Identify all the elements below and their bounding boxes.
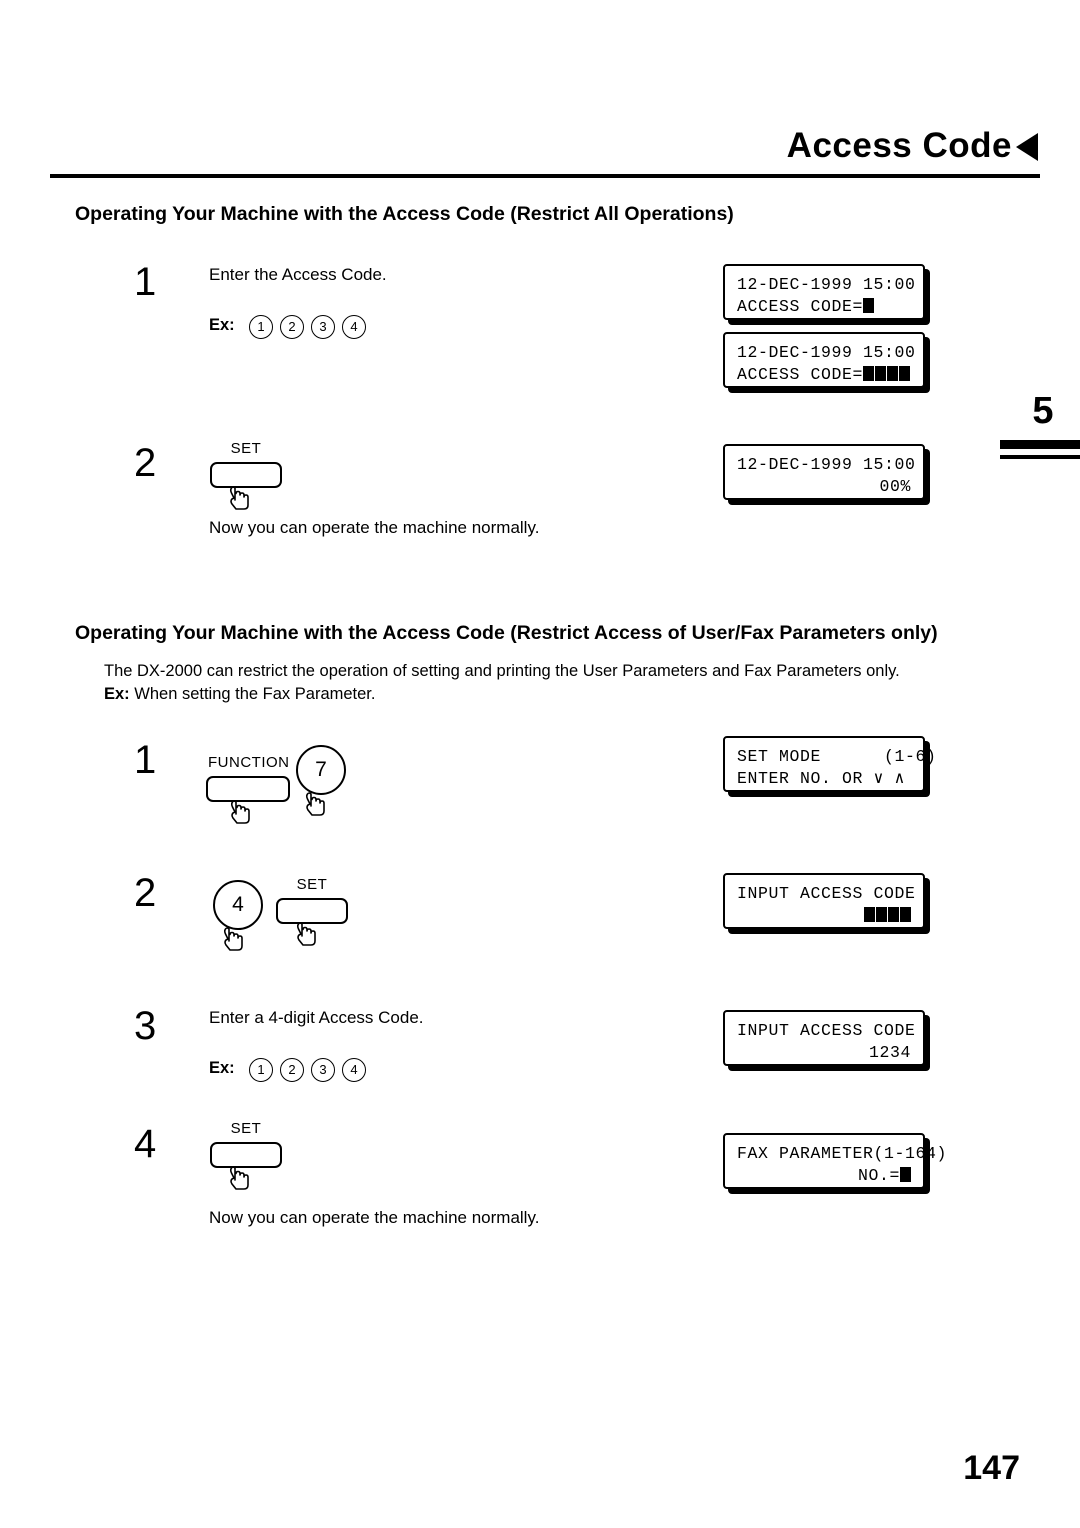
keypad-key-1[interactable]: 1	[249, 1058, 273, 1082]
page-title: Access Code	[786, 126, 1012, 165]
cursor-block-icon	[900, 1167, 911, 1182]
lcd-line-2: 1234	[868, 1043, 911, 1062]
lcd-line-2: 00%	[879, 477, 911, 496]
section1-step1-keys: 1234	[249, 315, 373, 339]
section2-step4-after-text: Now you can operate the machine normally…	[209, 1208, 540, 1227]
section1-step2-number: 2	[134, 441, 157, 485]
keypad-key-2[interactable]: 2	[280, 1058, 304, 1082]
section2-step2-number: 2	[134, 871, 157, 915]
keypad-key-2[interactable]: 2	[280, 315, 304, 339]
lcd-line-2	[737, 905, 911, 927]
set-key-label: SET	[230, 440, 262, 457]
lcd-line-1: 12-DEC-1999 15:00	[737, 343, 916, 362]
lcd-line-2-text: ACCESS CODE=	[737, 297, 864, 316]
section2-paragraph-2-bold: Ex:	[104, 685, 130, 703]
chapter-tab: 5	[1000, 392, 1080, 459]
section2-step3-keys: 1234	[249, 1058, 373, 1082]
keypad-key-4[interactable]: 4	[342, 315, 366, 339]
masked-digit-icon	[875, 366, 887, 381]
page-number: 147	[963, 1449, 1020, 1487]
lcd-line-1: 12-DEC-1999 15:00	[737, 455, 916, 474]
hand-pointer-icon	[305, 792, 325, 816]
hand-pointer-icon	[229, 486, 249, 510]
keypad-key-4[interactable]: 4	[213, 880, 263, 930]
lcd-line-2: NO.=	[737, 1165, 911, 1187]
masked-digit-icon	[863, 366, 875, 381]
lcd-line-2: ACCESS CODE=	[737, 296, 911, 318]
keypad-key-3[interactable]: 3	[311, 315, 335, 339]
page-header: Access Code	[0, 0, 1080, 190]
lcd-display-7: FAX PARAMETER(1-164) NO.=	[723, 1133, 948, 1189]
lcd-display-2: 12-DEC-1999 15:00 ACCESS CODE=	[723, 332, 925, 388]
lcd-display-1: 12-DEC-1999 15:00 ACCESS CODE=	[723, 264, 925, 320]
lcd-line-1: FAX PARAMETER(1-164)	[737, 1144, 948, 1163]
hand-pointer-icon	[223, 927, 243, 951]
section2-paragraph-2: Ex: When setting the Fax Parameter.	[104, 683, 375, 706]
chapter-tab-bar	[1000, 440, 1080, 449]
hand-pointer-icon	[229, 1166, 249, 1190]
keypad-key-7[interactable]: 7	[296, 745, 346, 795]
header-divider	[50, 174, 1040, 178]
masked-digit-icon	[876, 907, 887, 922]
section1-step1-number: 1	[134, 260, 157, 304]
set-key-label: SET	[296, 876, 328, 893]
lcd-line-2-text: ACCESS CODE=	[737, 365, 864, 384]
keypad-key-3[interactable]: 3	[311, 1058, 335, 1082]
keypad-key-1[interactable]: 1	[249, 315, 273, 339]
chapter-tab-number: 5	[1032, 390, 1054, 432]
masked-digit-icon	[900, 907, 911, 922]
cursor-block-icon	[863, 298, 875, 313]
lcd-display-5: INPUT ACCESS CODE	[723, 873, 925, 929]
lcd-line-1: 12-DEC-1999 15:00	[737, 275, 916, 294]
section2-heading: Operating Your Machine with the Access C…	[75, 622, 938, 644]
lcd-display-4: SET MODE (1-6) ENTER NO. OR ∨ ∧	[723, 736, 937, 792]
lcd-line-1: SET MODE (1-6)	[737, 747, 937, 766]
masked-digit-icon	[864, 907, 875, 922]
section2-step1-number: 1	[134, 738, 157, 782]
section1-heading: Operating Your Machine with the Access C…	[75, 203, 734, 225]
masked-digit-icon	[888, 907, 899, 922]
lcd-display-6: INPUT ACCESS CODE 1234	[723, 1010, 925, 1066]
lcd-line-2-text: NO.=	[857, 1166, 900, 1185]
section1-step1-text: Enter the Access Code.	[209, 265, 387, 284]
section1-step2-after-text: Now you can operate the machine normally…	[209, 518, 540, 537]
chapter-tab-bar-thin	[1000, 455, 1080, 459]
left-triangle-icon	[1016, 133, 1038, 161]
masked-digit-icon	[899, 366, 911, 381]
section1-step1-ex-label: Ex:	[209, 316, 235, 334]
hand-pointer-icon	[296, 922, 316, 946]
set-key-label: SET	[230, 1120, 262, 1137]
section2-step3-ex-label: Ex:	[209, 1059, 235, 1077]
lcd-line-2: ACCESS CODE=	[737, 364, 911, 386]
lcd-line-1: INPUT ACCESS CODE	[737, 1021, 916, 1040]
lcd-line-1: INPUT ACCESS CODE	[737, 884, 916, 903]
section2-step3-text: Enter a 4-digit Access Code.	[209, 1008, 424, 1027]
function-key-label: FUNCTION	[208, 754, 290, 771]
section2-paragraph-1: The DX-2000 can restrict the operation o…	[104, 662, 900, 680]
keypad-key-4[interactable]: 4	[342, 1058, 366, 1082]
hand-pointer-icon	[230, 800, 250, 824]
section2-paragraph-2-text: When setting the Fax Parameter.	[129, 685, 376, 703]
lcd-display-3: 12-DEC-1999 15:00 00%	[723, 444, 925, 500]
section2-step3-number: 3	[134, 1004, 157, 1048]
masked-digit-icon	[887, 366, 899, 381]
lcd-line-2: ENTER NO. OR ∨ ∧	[737, 769, 906, 788]
section2-step4-number: 4	[134, 1122, 157, 1166]
